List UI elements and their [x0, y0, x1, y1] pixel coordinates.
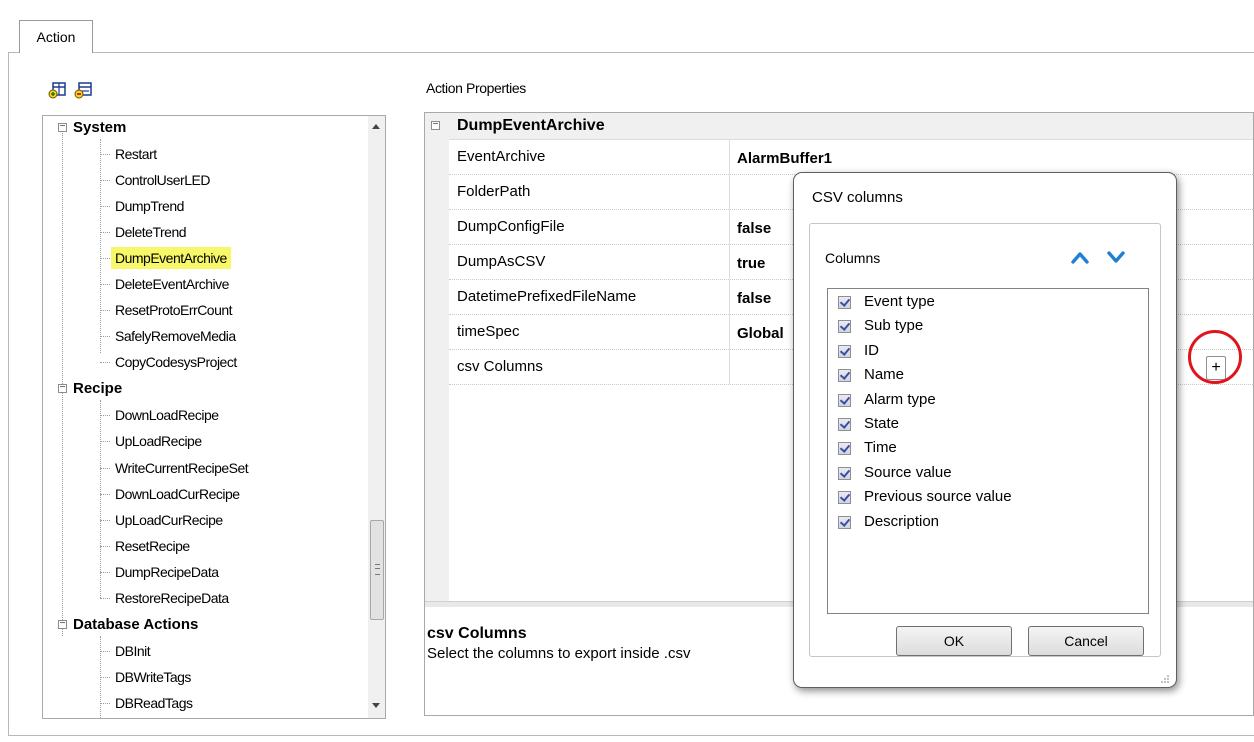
move-up-icon[interactable] — [1070, 248, 1090, 266]
collapse-category-icon[interactable]: − — [431, 120, 440, 130]
checkbox-checked[interactable] — [838, 491, 851, 504]
tree-item-copycodesysproject[interactable]: CopyCodesysProject — [115, 351, 237, 373]
checkbox-checked[interactable] — [838, 394, 851, 407]
tree-group-database-actions[interactable]: Database Actions — [73, 614, 198, 636]
tree-item-uploadrecipe[interactable]: UpLoadRecipe — [115, 430, 202, 452]
tree-item-deleteeventarchive[interactable]: DeleteEventArchive — [115, 273, 229, 295]
tab-action[interactable]: Action — [19, 20, 93, 53]
tree-item-dumptrend[interactable]: DumpTrend — [115, 195, 184, 217]
checkbox-checked[interactable] — [838, 418, 851, 431]
csv-columns-dialog[interactable]: CSV columns Columns Event type Sub type … — [793, 172, 1177, 688]
checkbox-checked[interactable] — [838, 320, 851, 333]
tree-item-uploadcurrecipe[interactable]: UpLoadCurRecipe — [115, 509, 223, 531]
ok-button[interactable]: OK — [896, 626, 1012, 656]
property-row-eventarchive[interactable]: EventArchive AlarmBuffer1 — [449, 140, 1254, 175]
tree-item-dumpeventarchive[interactable]: DumpEventArchive — [111, 247, 231, 269]
cancel-button[interactable]: Cancel — [1028, 626, 1144, 656]
checkbox-checked[interactable] — [838, 296, 851, 309]
add-action-icon[interactable] — [48, 82, 66, 100]
property-category[interactable]: − DumpEventArchive — [425, 113, 1253, 140]
annotation-circle — [1188, 330, 1242, 384]
property-value[interactable]: Global — [737, 315, 784, 353]
tree-item-deletetrend[interactable]: DeleteTrend — [115, 221, 187, 243]
tree-item-safelyremovemedia[interactable]: SafelyRemoveMedia — [115, 325, 236, 347]
category-label: DumpEventArchive — [457, 117, 605, 134]
property-name: EventArchive — [457, 148, 546, 165]
columns-group: Columns Event type Sub type ID Name Alar… — [809, 223, 1161, 657]
tree-item-dbinit[interactable]: DBInit — [115, 640, 151, 662]
resize-grip-icon[interactable] — [1160, 671, 1170, 683]
move-down-icon[interactable] — [1106, 248, 1126, 266]
checkbox-checked[interactable] — [838, 442, 851, 455]
property-name: csv Columns — [457, 358, 543, 375]
scroll-thumb[interactable] — [370, 520, 384, 620]
collapse-recipe-icon[interactable]: − — [58, 383, 67, 393]
tree-guide — [62, 126, 63, 636]
checkbox-checked[interactable] — [838, 369, 851, 382]
tree-item-restart[interactable]: Restart — [115, 143, 157, 165]
property-value[interactable]: true — [737, 245, 765, 283]
scroll-up-arrow-icon[interactable] — [372, 124, 380, 129]
collapse-system-icon[interactable]: − — [58, 122, 67, 132]
remove-action-icon[interactable] — [74, 82, 92, 100]
property-name: DatetimePrefixedFileName — [457, 288, 637, 305]
tree-scrollbar[interactable] — [368, 116, 385, 718]
collapse-database-icon[interactable]: − — [58, 619, 67, 629]
property-name: DumpConfigFile — [457, 218, 565, 235]
tree-item-restorerecipedata[interactable]: RestoreRecipeData — [115, 587, 229, 609]
property-name: timeSpec — [457, 323, 520, 340]
tree-group-system[interactable]: System — [73, 117, 126, 139]
tree-item-downloadrecipe[interactable]: DownLoadRecipe — [115, 404, 219, 426]
tree-item-controluserled[interactable]: ControlUserLED — [115, 169, 210, 191]
tree-item-dbwritetags[interactable]: DBWriteTags — [115, 666, 191, 688]
description-title: csv Columns — [427, 625, 527, 642]
tree-item-downloadcurrecipe[interactable]: DownLoadCurRecipe — [115, 483, 240, 505]
columns-list[interactable]: Event type Sub type ID Name Alarm type S… — [827, 288, 1149, 614]
description-text: Select the columns to export inside .csv — [427, 645, 691, 662]
tree-item-resetrecipe[interactable]: ResetRecipe — [115, 535, 190, 557]
grip-icon — [375, 564, 380, 575]
property-name: FolderPath — [457, 183, 531, 200]
tree-item-writecurrentrecipeset[interactable]: WriteCurrentRecipeSet — [115, 457, 249, 479]
tree-item-dbreadtags[interactable]: DBReadTags — [115, 692, 193, 714]
tree-group-recipe[interactable]: Recipe — [73, 378, 122, 400]
checkbox-checked[interactable] — [838, 345, 851, 358]
scroll-down-arrow-icon[interactable] — [372, 703, 380, 708]
tree-item-resetprotoerrcount[interactable]: ResetProtoErrCount — [115, 299, 233, 321]
property-name: DumpAsCSV — [457, 253, 546, 270]
dialog-title: CSV columns — [812, 189, 903, 206]
columns-label: Columns — [825, 250, 881, 266]
tree-item-dumprecipedata[interactable]: DumpRecipeData — [115, 561, 219, 583]
properties-title: Action Properties — [426, 80, 526, 96]
property-value[interactable]: false — [737, 280, 771, 318]
checkbox-checked[interactable] — [838, 467, 851, 480]
checkbox-checked[interactable] — [838, 516, 851, 529]
property-value[interactable]: false — [737, 210, 771, 248]
action-tree[interactable]: − System Restart ControlUserLED DumpTren… — [42, 115, 386, 719]
